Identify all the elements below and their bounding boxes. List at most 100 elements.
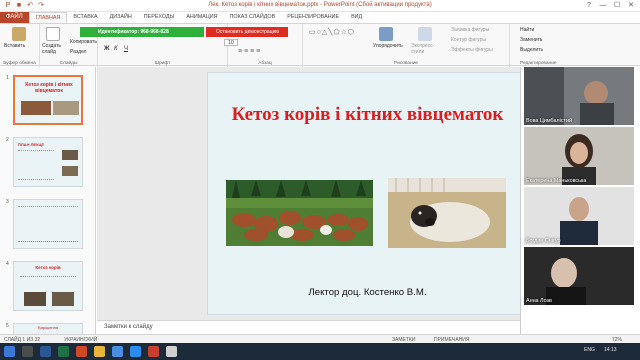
copy-button[interactable]: Копировать bbox=[70, 39, 97, 45]
comments-toggle[interactable]: ПРИМЕЧАНИЯ bbox=[434, 337, 470, 343]
notes-pane[interactable]: Заметки к слайду bbox=[97, 320, 520, 334]
shape-effects-button[interactable]: Эффекты фигуры bbox=[451, 47, 493, 53]
participant-video bbox=[524, 127, 634, 185]
paragraph-group-label: Абзац bbox=[258, 61, 272, 66]
taskbar: ENG 14:13 bbox=[0, 343, 640, 360]
italic-button[interactable]: К bbox=[114, 46, 118, 52]
thumbnail-image bbox=[62, 150, 78, 160]
new-slide-button[interactable]: Создать слайд bbox=[42, 43, 72, 55]
tab-transitions[interactable]: ПЕРЕХОДЫ bbox=[138, 12, 181, 23]
thumbnail-title: ПЛАН ЛЕКЦІЇ bbox=[18, 142, 44, 147]
start-icon[interactable] bbox=[4, 346, 15, 357]
shape-fill-button[interactable]: Заливка фигуры bbox=[451, 27, 489, 33]
paste-icon[interactable] bbox=[12, 27, 26, 41]
browser-icon[interactable] bbox=[112, 346, 123, 357]
notes-toggle[interactable]: ЗАМЕТКИ bbox=[392, 337, 415, 343]
close-button[interactable]: ✕ bbox=[624, 0, 638, 11]
current-slide[interactable]: Кетоз корів і кітних вівцематок Лектор д… bbox=[207, 72, 526, 315]
thumbnail-text-lines bbox=[20, 276, 76, 288]
zoom-app-icon[interactable] bbox=[130, 346, 141, 357]
slide-title[interactable]: Кетоз корів і кітних вівцематок bbox=[208, 103, 527, 127]
app-icon-misc[interactable] bbox=[166, 346, 177, 357]
thumbnail-slide-5[interactable]: Вирішення bbox=[13, 323, 83, 334]
search-icon[interactable] bbox=[22, 346, 33, 357]
participant-video bbox=[524, 67, 634, 125]
notes-placeholder: Заметки к слайду bbox=[104, 324, 153, 330]
drawing-group-label: Рисование bbox=[393, 61, 419, 66]
participant-name: Вова Цимбалістий bbox=[526, 118, 573, 124]
participant-tile[interactable]: Вова Цимбалістий bbox=[524, 67, 634, 125]
slides-group-label: Слайды bbox=[59, 61, 78, 66]
thumbnail-slide-2[interactable]: ПЛАН ЛЕКЦІЇ bbox=[13, 137, 83, 187]
thumbnail-image bbox=[53, 101, 79, 115]
clipboard-group: Вставить Буфер обмена bbox=[0, 24, 40, 67]
title-bar: P ■ ↶ ↷ Лек. Кетоз корів і кітних вівцем… bbox=[0, 0, 640, 12]
help-button[interactable]: ? bbox=[582, 0, 596, 11]
app-icon-misc[interactable] bbox=[148, 346, 159, 357]
shapes-gallery[interactable]: ▭○△╲⬠☆⬡ bbox=[309, 28, 355, 36]
thumbnail-number: 5 bbox=[6, 323, 9, 329]
keyboard-language[interactable]: ENG bbox=[584, 347, 595, 353]
thumbnail-number: 4 bbox=[6, 261, 9, 267]
participant-name: Анна Лозв bbox=[526, 298, 552, 304]
cows-photo bbox=[226, 180, 373, 246]
tab-home[interactable]: ГЛАВНАЯ bbox=[28, 12, 68, 23]
window-controls: ? — ☐ ✕ bbox=[582, 0, 638, 11]
thumbnail-title: Кетоз корів і кітних вівцематок bbox=[25, 82, 73, 94]
participant-tile[interactable]: Анна Лозв bbox=[524, 247, 634, 305]
paste-button[interactable]: Вставить bbox=[4, 43, 25, 49]
thumbnail-panel: 1 Кетоз корів і кітних вівцематок 2 ПЛАН… bbox=[0, 67, 96, 334]
participant-tile[interactable]: Богдан Снігур bbox=[524, 187, 634, 245]
thumbnail-title: Кетоз корів bbox=[35, 265, 61, 270]
minimize-button[interactable]: — bbox=[596, 0, 610, 11]
stop-demo-button[interactable]: Остановить демонстрацию bbox=[206, 27, 288, 37]
clock[interactable]: 14:13 bbox=[604, 347, 617, 353]
quick-styles-icon[interactable] bbox=[418, 27, 432, 41]
underline-button[interactable]: Ч bbox=[124, 46, 128, 52]
word-icon[interactable] bbox=[40, 346, 51, 357]
participants-panel: Вова Цимбалістий Екатерина Маньковська Б… bbox=[520, 67, 640, 334]
arrange-button[interactable]: Упорядочить bbox=[373, 43, 403, 49]
tab-review[interactable]: РЕЦЕНЗИРОВАНИЕ bbox=[281, 12, 345, 23]
thumbnail-image bbox=[21, 101, 51, 115]
bold-button[interactable]: Ж bbox=[104, 46, 109, 52]
replace-button[interactable]: Заменить bbox=[520, 37, 542, 43]
participant-video bbox=[524, 247, 634, 305]
powerpoint-icon[interactable] bbox=[76, 346, 87, 357]
excel-icon[interactable] bbox=[58, 346, 69, 357]
thumbnail-slide-3[interactable] bbox=[13, 199, 83, 249]
thumbnail-slide-4[interactable]: Кетоз корів bbox=[13, 261, 83, 311]
font-group-label: Шрифт bbox=[154, 61, 171, 66]
tab-design[interactable]: ДИЗАЙН bbox=[104, 12, 138, 23]
shape-outline-button[interactable]: Контур фигуры bbox=[451, 37, 486, 43]
demo-id-bar: Идентификатор: 968-968-828 bbox=[80, 27, 204, 37]
participant-video bbox=[524, 187, 634, 245]
new-slide-icon[interactable] bbox=[46, 27, 60, 41]
explorer-icon[interactable] bbox=[94, 346, 105, 357]
thumbnail-text-lines bbox=[18, 206, 78, 242]
tab-view[interactable]: ВИД bbox=[345, 12, 368, 23]
tab-file[interactable]: ФАЙЛ bbox=[0, 12, 29, 23]
participant-tile[interactable]: Екатерина Маньковська bbox=[524, 127, 634, 185]
thumbnail-title: Вирішення bbox=[37, 325, 59, 330]
thumbnail-slide-1[interactable]: Кетоз корів і кітних вівцематок bbox=[13, 75, 83, 125]
maximize-button[interactable]: ☐ bbox=[610, 0, 624, 11]
language-indicator[interactable]: УКРАИНСКИЙ bbox=[64, 337, 97, 343]
zoom-level[interactable]: 72% bbox=[612, 337, 622, 343]
arrange-icon[interactable] bbox=[379, 27, 393, 41]
section-button[interactable]: Раздел bbox=[70, 49, 87, 55]
quick-styles-button[interactable]: Экспресс-стили bbox=[411, 43, 445, 55]
align-icons[interactable]: ≡ ≡ ≡ ≡ bbox=[238, 48, 260, 55]
lecturer-caption[interactable]: Лектор доц. Костенко В.М. bbox=[208, 287, 527, 298]
find-button[interactable]: Найти bbox=[520, 27, 534, 33]
slide-counter: СЛАЙД 1 ИЗ 32 bbox=[4, 336, 41, 343]
tab-insert[interactable]: ВСТАВКА bbox=[67, 12, 103, 23]
ribbon-tabs: ФАЙЛ ГЛАВНАЯ ВСТАВКА ДИЗАЙН ПЕРЕХОДЫ АНИ… bbox=[0, 12, 640, 23]
tab-slideshow[interactable]: ПОКАЗ СЛАЙДОВ bbox=[224, 12, 282, 23]
tab-animations[interactable]: АНИМАЦИЯ bbox=[180, 12, 223, 23]
select-button[interactable]: Выделить bbox=[520, 47, 543, 53]
thumbnail-image bbox=[52, 292, 74, 306]
participant-name: Богдан Снігур bbox=[526, 238, 561, 244]
thumbnail-text-lines bbox=[18, 150, 54, 180]
thumbnail-image bbox=[24, 292, 46, 306]
